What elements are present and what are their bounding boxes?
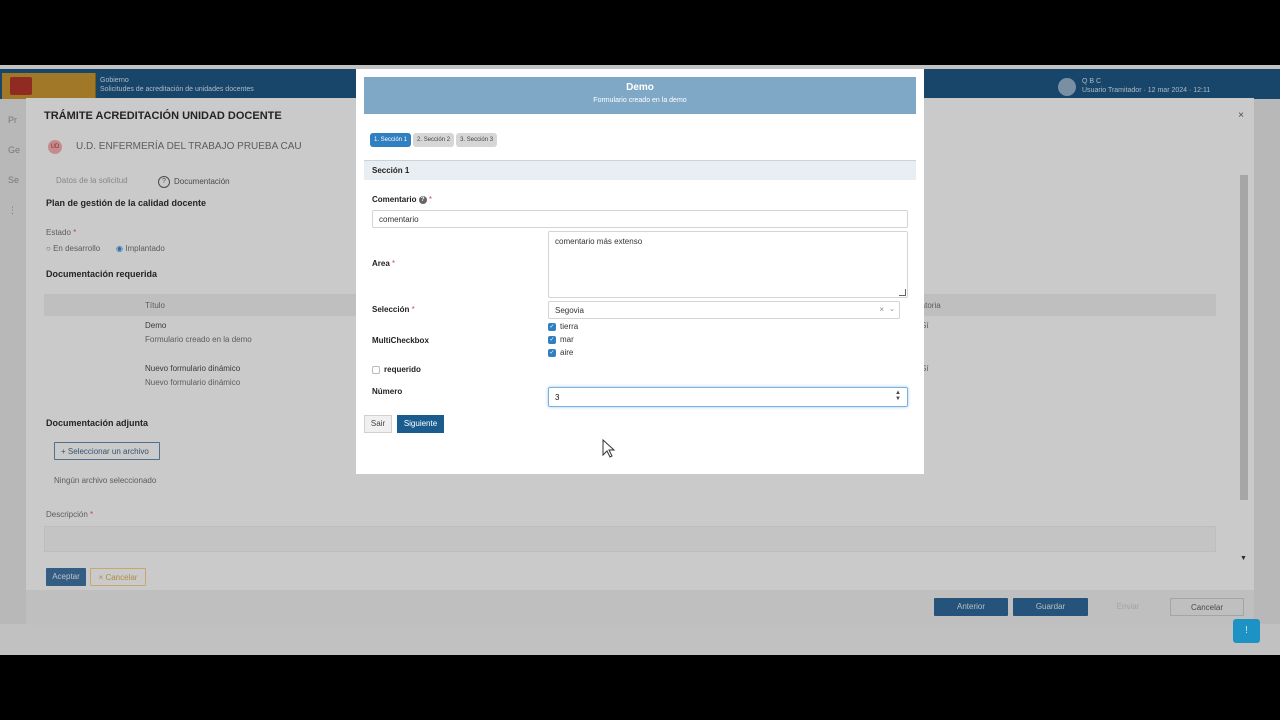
seleccion-value: Segovia (555, 306, 584, 315)
modal-subtitle: Formulario creado en la demo (593, 97, 687, 104)
area-label: Area * (372, 259, 396, 268)
checkbox-tierra[interactable]: ✓ tierra (548, 322, 578, 334)
check-icon[interactable]: ✓ (548, 348, 556, 357)
comentario-label-text: Comentario (372, 195, 417, 204)
siguiente-button[interactable]: Siguiente (397, 415, 444, 433)
checkbox-aire[interactable]: ✓ aire (548, 348, 573, 360)
checkbox-label: aire (560, 348, 574, 357)
numero-value: 3 (555, 393, 560, 402)
seleccion-label: Selección * (372, 305, 415, 314)
section-tabs: 1. Sección 1 2. Sección 2 3. Sección 3 (370, 128, 499, 147)
comentario-label: Comentario ? * (372, 195, 433, 204)
clear-icon[interactable]: × (879, 305, 884, 314)
check-icon[interactable]: ✓ (548, 322, 556, 331)
multicheckbox-label: MultiCheckbox (372, 336, 429, 345)
checkbox-label: requerido (384, 365, 421, 374)
checkbox-requerido[interactable]: requerido (372, 365, 421, 377)
section-title: Sección 1 (372, 166, 410, 175)
mouse-cursor-icon (602, 439, 616, 458)
checkbox-empty-icon[interactable] (372, 365, 380, 374)
section-header: Sección 1 (364, 160, 916, 180)
area-value: comentario más extenso (555, 237, 643, 246)
numero-label: Número (372, 387, 403, 396)
sair-button[interactable]: Sair (364, 415, 392, 433)
modal-title: Demo (626, 82, 654, 93)
seleccion-label-text: Selección (372, 305, 410, 314)
comentario-input[interactable]: comentario (372, 210, 908, 228)
tab-seccion-2[interactable]: 2. Sección 2 (413, 133, 455, 147)
form-modal: Demo Formulario creado en la demo 1. Sec… (356, 69, 924, 474)
area-label-text: Area (372, 259, 390, 268)
checkbox-label: tierra (560, 322, 579, 331)
tab-seccion-3[interactable]: 3. Sección 3 (456, 133, 498, 147)
checkbox-mar[interactable]: ✓ mar (548, 335, 574, 347)
spinner-icon[interactable]: ▲ ▼ (895, 390, 901, 402)
area-textarea[interactable]: comentario más extenso (548, 231, 908, 298)
seleccion-select[interactable]: Segovia × ⌄ (548, 301, 900, 319)
check-icon[interactable]: ✓ (548, 335, 556, 344)
resize-handle-icon[interactable] (899, 289, 906, 296)
modal-header: Demo Formulario creado en la demo (364, 77, 916, 114)
screen: Gobierno Solicitudes de acreditación de … (0, 65, 1280, 655)
checkbox-label: mar (560, 335, 574, 344)
chevron-down-icon[interactable]: ⌄ (889, 305, 895, 313)
tab-seccion-1[interactable]: 1. Sección 1 (370, 133, 412, 147)
help-icon[interactable]: ? (418, 195, 427, 204)
numero-input[interactable]: 3 ▲ ▼ (548, 387, 908, 407)
